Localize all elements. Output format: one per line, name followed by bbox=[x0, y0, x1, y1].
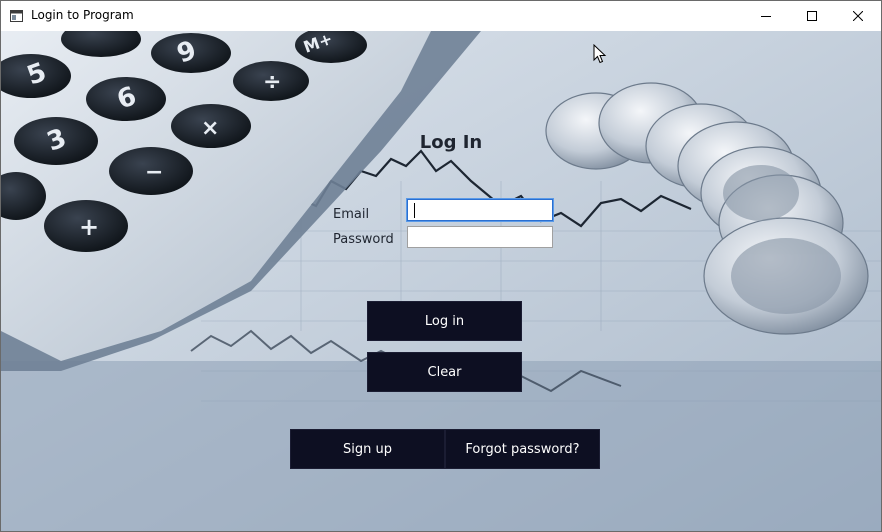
login-title: Log In bbox=[419, 132, 483, 153]
email-field[interactable] bbox=[407, 199, 553, 221]
login-button[interactable]: Log in bbox=[367, 301, 522, 341]
title-bar[interactable]: Login to Program bbox=[1, 1, 881, 31]
app-window-icon bbox=[10, 9, 23, 22]
email-label: Email bbox=[333, 207, 370, 222]
forgot-password-button[interactable]: Forgot password? bbox=[445, 429, 600, 469]
clear-button[interactable]: Clear bbox=[367, 352, 522, 392]
svg-text:−: − bbox=[145, 160, 163, 185]
password-label: Password bbox=[333, 232, 394, 247]
maximize-button[interactable] bbox=[789, 1, 835, 31]
maximize-icon bbox=[807, 11, 817, 21]
login-window: Login to Program 5 6 9 3 M+ ÷ × − + Log … bbox=[0, 0, 882, 532]
mouse-pointer-icon bbox=[593, 43, 607, 69]
password-field[interactable] bbox=[407, 226, 553, 248]
svg-text:÷: ÷ bbox=[263, 70, 281, 95]
signup-button[interactable]: Sign up bbox=[290, 429, 445, 469]
svg-text:+: + bbox=[79, 213, 99, 241]
text-caret bbox=[414, 203, 415, 218]
content-area: 5 6 9 3 M+ ÷ × − + Log In Email Password… bbox=[1, 31, 881, 531]
minimize-icon bbox=[761, 11, 771, 21]
close-icon bbox=[853, 11, 863, 21]
svg-text:×: × bbox=[201, 116, 219, 141]
close-button[interactable] bbox=[835, 1, 881, 31]
window-title: Login to Program bbox=[31, 8, 134, 22]
minimize-button[interactable] bbox=[743, 1, 789, 31]
